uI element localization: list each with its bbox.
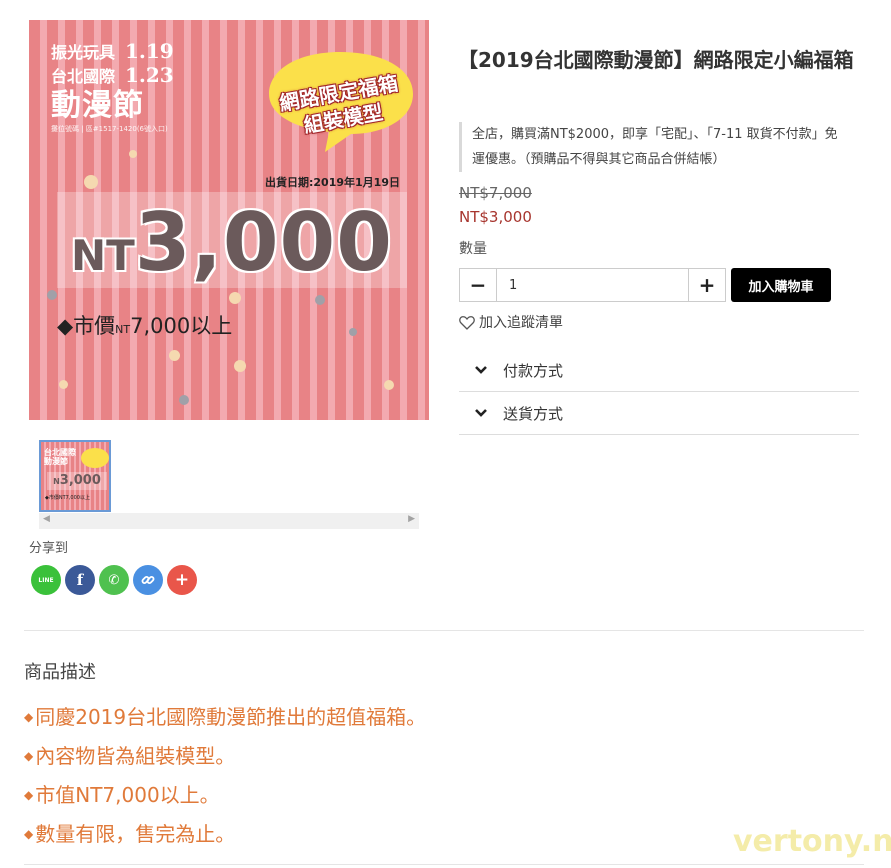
image-brand-block: 振光玩具 1.19 台北國際 1.23 動漫節 攤位號碼 | 區#1517-1420…	[51, 40, 174, 134]
decrease-quantity-button[interactable]: −	[460, 269, 497, 301]
description-list: ◆ 同慶2019台北國際動漫節推出的超值福箱。 ◆ 內容物皆為組裝模型。 ◆ 市值NT…	[24, 698, 426, 854]
quantity-stepper: − +	[459, 268, 726, 302]
description-text: 數量有限，售完為止。	[35, 822, 236, 846]
scroll-left-icon[interactable]: ◀	[43, 514, 50, 524]
confetti-dot	[384, 380, 394, 390]
increase-quantity-button[interactable]: +	[688, 269, 725, 301]
accordion-label: 付款方式	[503, 361, 564, 380]
facebook-share-icon[interactable]: f	[65, 565, 95, 595]
line-share-icon[interactable]: LINE	[31, 565, 61, 595]
price-prefix: NT	[71, 231, 135, 280]
shipping-methods-toggle[interactable]: 送貨方式	[459, 392, 859, 435]
promo-notice: 全店，購買滿NT$2000，即享「宅配」、「7-11 取貨不付款」免運優惠。（預…	[459, 122, 839, 172]
market-nt: NT	[115, 323, 131, 336]
bullet-icon: ◆	[24, 788, 34, 802]
bullet-icon: ◆	[24, 710, 34, 724]
confetti-dot	[229, 292, 241, 304]
product-thumbnail[interactable]: 台北國際 動漫節 N3,000 ◆市價NT7,000以上	[39, 440, 111, 512]
product-title: 【2019台北國際動漫節】網路限定小編福箱	[458, 48, 854, 72]
description-item: ◆ 同慶2019台北國際動漫節推出的超值福箱。	[24, 698, 426, 737]
chevron-down-icon	[459, 365, 503, 375]
description-text: 同慶2019台北國際動漫節推出的超值福箱。	[35, 705, 427, 729]
whatsapp-share-icon[interactable]: ✆	[99, 565, 129, 595]
bullet-icon: ◆	[24, 749, 34, 763]
chevron-down-icon	[459, 408, 503, 418]
copy-link-icon[interactable]	[133, 565, 163, 595]
brand-line: 台北國際	[51, 67, 116, 86]
market-value: 7,000以上	[130, 314, 233, 338]
add-to-cart-button[interactable]: 加入購物車	[731, 268, 831, 302]
confetti-dot	[349, 328, 357, 336]
confetti-dot	[234, 360, 246, 372]
price-number: 3,000	[134, 196, 393, 289]
wishlist-label: 加入追蹤清單	[479, 315, 563, 331]
market-prefix: ◆市價	[57, 314, 116, 338]
brand-date: 1.23	[125, 63, 174, 87]
ship-date: 出貨日期:2019年1月19日	[265, 176, 400, 189]
thumb-title: 台北國際 動漫節	[44, 448, 76, 466]
market-price: ◆市價NT7,000以上	[57, 310, 232, 340]
description-item: ◆ 市值NT7,000以上。	[24, 776, 426, 815]
confetti-dot	[179, 395, 189, 405]
description-text: 內容物皆為組裝模型。	[35, 744, 236, 768]
thumb-market: ◆市價NT7,000以上	[45, 495, 90, 501]
share-label: 分享到	[29, 541, 69, 556]
confetti-dot	[47, 290, 57, 300]
description-item: ◆ 內容物皆為組裝模型。	[24, 737, 426, 776]
quantity-label: 數量	[459, 241, 487, 257]
thumb-price-number: 3,000	[59, 473, 101, 488]
booth-number: 攤位號碼 | 區#1517-1420(6號入口)	[51, 125, 168, 133]
thumb-title-line: 台北國際	[44, 448, 76, 457]
confetti-dot	[129, 150, 137, 158]
confetti-dot	[84, 175, 98, 189]
add-to-wishlist-link[interactable]: 加入追蹤清單	[459, 312, 563, 332]
product-main-image[interactable]: 振光玩具 1.19 台北國際 1.23 動漫節 攤位號碼 | 區#1517-1420…	[29, 20, 429, 420]
accordion-label: 送貨方式	[503, 404, 564, 423]
share-buttons: LINE f ✆ +	[31, 565, 197, 595]
brand-title: 動漫節	[51, 88, 144, 123]
section-divider	[24, 630, 864, 631]
sale-price: NT$3,000	[459, 208, 532, 226]
description-item: ◆ 數量有限，售完為止。	[24, 815, 426, 854]
thumb-title-line: 動漫節	[44, 457, 68, 466]
thumbnail-scrollbar[interactable]: ◀ ▶	[39, 513, 419, 529]
thumb-price: N3,000	[47, 472, 107, 490]
brand-line: 振光玩具	[51, 43, 116, 62]
watermark: vertony.net	[733, 824, 891, 859]
scroll-right-icon[interactable]: ▶	[408, 514, 415, 524]
brand-date: 1.19	[125, 39, 174, 63]
confetti-dot	[169, 350, 180, 361]
confetti-dot	[59, 380, 68, 389]
original-price: NT$7,000	[459, 184, 532, 202]
more-share-icon[interactable]: +	[167, 565, 197, 595]
thumb-bubble-icon	[81, 448, 109, 468]
image-price: NT3,000	[71, 196, 393, 289]
description-text: 市值NT7,000以上。	[35, 783, 220, 807]
bullet-icon: ◆	[24, 827, 34, 841]
description-heading: 商品描述	[24, 662, 96, 683]
bottom-divider	[24, 864, 864, 865]
confetti-dot	[315, 295, 325, 305]
quantity-input[interactable]	[497, 269, 688, 301]
payment-methods-toggle[interactable]: 付款方式	[459, 349, 859, 392]
heart-icon	[459, 315, 475, 330]
